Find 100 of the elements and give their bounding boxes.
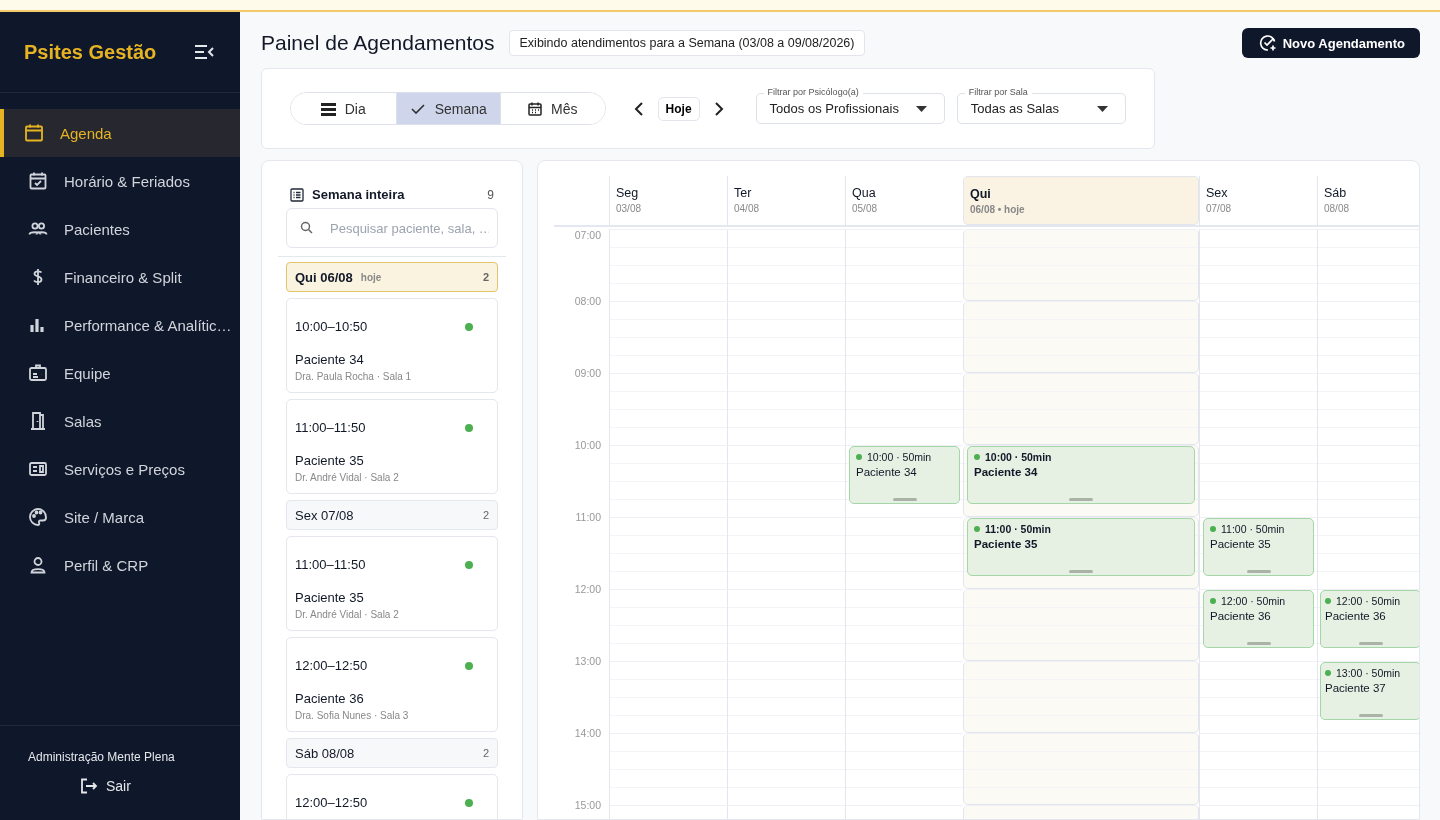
calendar-cell[interactable] [845, 733, 963, 805]
calendar-cell[interactable] [609, 589, 727, 661]
nav-item[interactable]: Financeiro & Split [0, 253, 240, 301]
calendar-cell[interactable] [1317, 445, 1419, 517]
day-header[interactable]: Sáb 08/08 2 [286, 738, 498, 768]
appointment-card[interactable]: 11:00–11:50 Paciente 35 Dr. André Vidal · Sala 2 [286, 536, 498, 631]
calendar-cell[interactable] [609, 661, 727, 733]
calendar-cell[interactable] [727, 733, 845, 805]
resize-handle[interactable] [1069, 498, 1093, 501]
calendar-cell[interactable] [1199, 229, 1317, 301]
door-icon [28, 411, 48, 431]
appointment-card[interactable]: 12:00–12:50 [286, 774, 498, 819]
view-tab[interactable]: Mês [500, 93, 605, 124]
calendar-cell[interactable] [963, 589, 1199, 661]
nav-item[interactable]: Performance & Analític… [0, 301, 240, 349]
nav-item[interactable]: Salas [0, 397, 240, 445]
calendar-cell[interactable] [1317, 229, 1419, 301]
calendar-cell[interactable] [727, 517, 845, 589]
calendar-cell[interactable] [845, 229, 963, 301]
calendar-cell[interactable]: 10:00 · 50min Paciente 34 [963, 445, 1199, 517]
hour-label: 13:00 [574, 655, 601, 667]
event-card[interactable]: 11:00 · 50min Paciente 35 [1203, 518, 1314, 576]
calendar-cell[interactable] [727, 445, 845, 517]
appointment-card[interactable]: 10:00–10:50 Paciente 34 Dra. Paula Rocha · Sala 1 [286, 298, 498, 393]
resize-handle[interactable] [1246, 570, 1271, 573]
resize-handle[interactable] [892, 498, 917, 501]
event-card[interactable]: 10:00 · 50min Paciente 34 [849, 446, 960, 504]
nav-item[interactable]: Pacientes [0, 205, 240, 253]
calendar-cell[interactable]: 12:00 · 50min Paciente 36 [1317, 589, 1419, 661]
day-header[interactable]: Sex 07/08 2 [286, 500, 498, 530]
resize-handle[interactable] [1358, 714, 1383, 717]
view-tab[interactable]: Semana [395, 93, 501, 124]
calendar-cell[interactable] [1317, 517, 1419, 589]
calendar-cell[interactable] [845, 517, 963, 589]
event-card[interactable]: 13:00 · 50min Paciente 37 [1320, 662, 1419, 720]
calendar-cell[interactable] [727, 661, 845, 733]
appointment-card[interactable]: 11:00–11:50 Paciente 35 Dr. André Vidal · Sala 2 [286, 399, 498, 494]
calendar-cell[interactable] [727, 301, 845, 373]
appointment-card[interactable]: 12:00–12:50 Paciente 36 Dra. Sofia Nunes · Sala 3 [286, 637, 498, 732]
check-icon [409, 101, 426, 116]
list-icon [290, 187, 304, 202]
calendar-cell[interactable] [845, 373, 963, 445]
calendar-cell[interactable] [963, 733, 1199, 805]
calendar-cell[interactable] [1317, 733, 1419, 805]
calendar-cell[interactable] [963, 301, 1199, 373]
calendar-cell[interactable]: 13:00 · 50min Paciente 37 [1317, 661, 1419, 733]
nav-item[interactable]: Site / Marca [0, 493, 240, 541]
calendar-cell[interactable] [963, 229, 1199, 301]
calendar-cell[interactable] [1317, 301, 1419, 373]
resize-handle[interactable] [1358, 642, 1383, 645]
chevron-right-icon[interactable] [713, 101, 724, 116]
calendar-cell[interactable] [609, 229, 727, 301]
calendar-cell[interactable] [609, 373, 727, 445]
nav-item[interactable]: Perfil & CRP [0, 541, 240, 589]
event-card[interactable]: 12:00 · 50min Paciente 36 [1203, 590, 1314, 648]
nav-item[interactable]: Agenda [0, 109, 240, 157]
event-card[interactable]: 11:00 · 50min Paciente 35 [967, 518, 1195, 576]
chevron-left-icon[interactable] [633, 101, 644, 116]
calendar-cell[interactable] [845, 589, 963, 661]
calendar-cell[interactable] [1199, 445, 1317, 517]
calendar-cell[interactable] [727, 373, 845, 445]
nav-item[interactable]: Horário & Feriados [0, 157, 240, 205]
calendar-cell[interactable]: 11:00 · 50min Paciente 35 [963, 517, 1199, 589]
brand-name: Psites Gestão [24, 40, 157, 64]
person-icon [28, 555, 48, 575]
calendar-cell[interactable] [963, 373, 1199, 445]
menu-collapse-icon[interactable] [194, 44, 214, 60]
logout-button[interactable]: Sair [80, 778, 131, 794]
calendar-cell[interactable] [1199, 733, 1317, 805]
calendar-cell[interactable] [845, 661, 963, 733]
calendar-cell[interactable]: 12:00 · 50min Paciente 36 [1199, 589, 1317, 661]
calendar-cell[interactable] [727, 589, 845, 661]
calendar-cell[interactable] [963, 661, 1199, 733]
calendar-icon [24, 123, 44, 143]
weekday-name: Qua [852, 186, 877, 200]
calendar-cell[interactable]: 11:00 · 50min Paciente 35 [1199, 517, 1317, 589]
event-card[interactable]: 10:00 · 50min Paciente 34 [967, 446, 1195, 504]
calendar-cell[interactable] [609, 445, 727, 517]
calendar-cell[interactable] [1317, 373, 1419, 445]
day-header[interactable]: Qui 06/08 hoje 2 [286, 262, 498, 292]
calendar-cell[interactable] [727, 229, 845, 301]
event-card[interactable]: 12:00 · 50min Paciente 36 [1320, 590, 1419, 648]
nav-item[interactable]: Equipe [0, 349, 240, 397]
today-button[interactable]: Hoje [657, 96, 700, 121]
hour-label: 11:00 [575, 511, 601, 523]
calendar-cell[interactable] [1199, 301, 1317, 373]
calendar-cell[interactable]: 10:00 · 50min Paciente 34 [845, 445, 963, 517]
day-date: 05/08 [852, 203, 879, 214]
appointment-detail: Dr. André Vidal · Sala 2 [295, 472, 400, 483]
calendar-cell[interactable] [845, 301, 963, 373]
calendar-cell[interactable] [1199, 373, 1317, 445]
calendar-cell[interactable] [609, 301, 727, 373]
calendar-cell[interactable] [1199, 661, 1317, 733]
new-appointment-button[interactable]: Novo Agendamento [1241, 28, 1420, 58]
resize-handle[interactable] [1069, 570, 1093, 573]
calendar-cell[interactable] [609, 517, 727, 589]
event-patient: Paciente 35 [1210, 538, 1272, 550]
calendar-cell[interactable] [609, 733, 727, 805]
resize-handle[interactable] [1246, 642, 1271, 645]
nav-item[interactable]: Serviços e Preços [0, 445, 240, 493]
